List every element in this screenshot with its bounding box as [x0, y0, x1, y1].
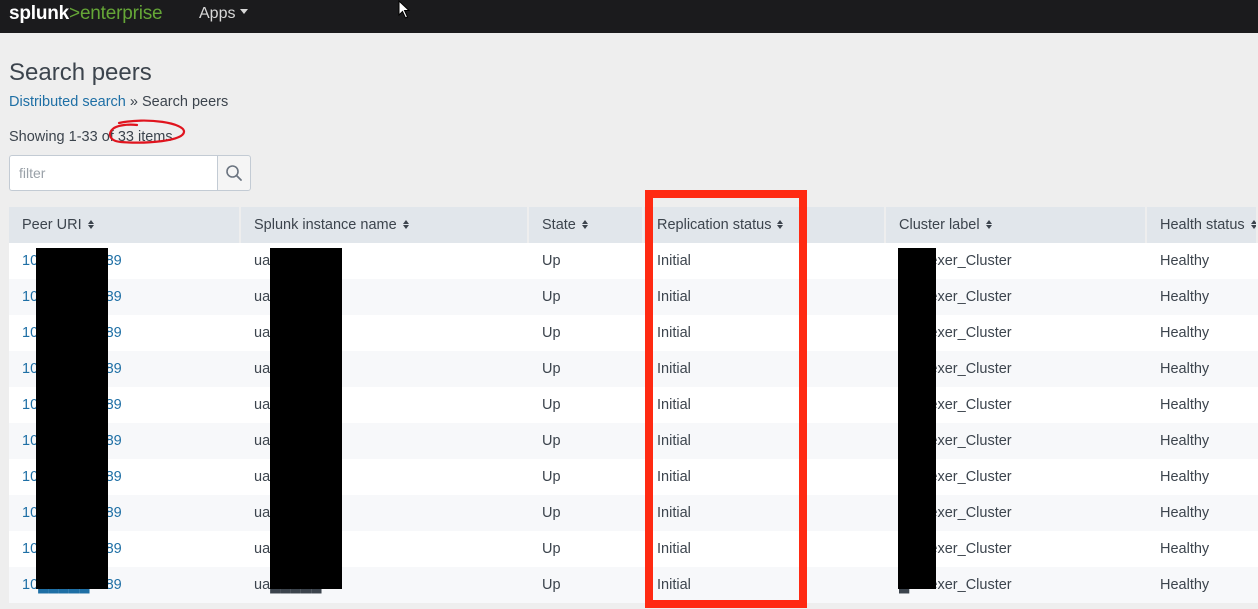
logo-splunk: splunk: [9, 3, 70, 24]
health-status-cell: Healthy: [1160, 253, 1210, 269]
table-row: 10█████8089ua█████UpInitial█Indexer_Clus…: [9, 279, 1258, 315]
page-title: Search peers: [9, 59, 152, 86]
table-header-row: Peer URI Splunk instance name State Replica…: [9, 207, 1258, 243]
sort-icon: [985, 219, 992, 229]
health-status-cell: Healthy: [1160, 433, 1210, 449]
health-status-cell: Healthy: [1160, 469, 1210, 485]
breadcrumb-current: Search peers: [141, 94, 229, 110]
filter-group: [9, 155, 251, 191]
state-cell: Up: [542, 325, 561, 341]
filter-search-button[interactable]: [217, 155, 251, 191]
column-header-splunk-instance-name[interactable]: Splunk instance name: [241, 207, 529, 243]
sort-icon: [402, 219, 409, 229]
sort-icon: [1250, 219, 1256, 229]
hand-drawn-circle-annotation: [108, 119, 186, 144]
state-cell: Up: [542, 361, 561, 377]
state-cell: Up: [542, 433, 561, 449]
column-header-label: Cluster label: [899, 217, 980, 233]
state-cell: Up: [542, 577, 561, 593]
replication-status-highlight-box: [645, 190, 807, 608]
column-header-label: Splunk instance name: [254, 217, 397, 233]
state-cell: Up: [542, 397, 561, 413]
state-cell: Up: [542, 253, 561, 269]
breadcrumb: Distributed search » Search peers: [9, 93, 228, 111]
search-icon: [226, 165, 242, 181]
table-row: 10█████8089ua█████UpInitial█Indexer_Clus…: [9, 459, 1258, 495]
column-header-health-status[interactable]: Health status: [1147, 207, 1258, 243]
state-cell: Up: [542, 505, 561, 521]
table-row: 10█████8089ua█████UpInitial█Indexer_Clus…: [9, 567, 1258, 603]
column-header-label: State: [542, 217, 576, 233]
filter-input[interactable]: [9, 155, 217, 191]
state-cell: Up: [542, 469, 561, 485]
table-body: 10█████8089ua█████UpInitial█Indexer_Clus…: [9, 243, 1258, 603]
logo-enterprise: enterprise: [79, 3, 163, 24]
sort-icon: [87, 219, 94, 229]
top-nav-bar: splunk>enterprise Apps: [0, 0, 1258, 33]
state-cell: Up: [542, 289, 561, 305]
redaction-block-cluster-label: [898, 248, 936, 589]
column-header-label: Peer URI: [22, 217, 82, 233]
table-row: 10█████8089ua█████UpInitial█Indexer_Clus…: [9, 243, 1258, 279]
column-header-label: Health status: [1160, 217, 1245, 233]
search-peers-table: Peer URI Splunk instance name State Replica…: [9, 207, 1258, 603]
redaction-block-instance-name: [270, 248, 342, 589]
breadcrumb-distributed-search-link[interactable]: Distributed search: [9, 94, 126, 110]
health-status-cell: Healthy: [1160, 397, 1210, 413]
redaction-block-peer-uri: [36, 248, 108, 589]
caret-down-icon: [240, 9, 249, 15]
health-status-cell: Healthy: [1160, 541, 1210, 557]
apps-menu[interactable]: Apps: [199, 4, 249, 24]
splunk-enterprise-logo[interactable]: splunk>enterprise: [9, 2, 163, 26]
table-row: 10█████8089ua█████UpInitial█Indexer_Clus…: [9, 351, 1258, 387]
column-header-cluster-label[interactable]: Cluster label: [886, 207, 1147, 243]
mouse-pointer-icon: [398, 0, 411, 19]
table-row: 10█████8089ua█████UpInitial█Indexer_Clus…: [9, 423, 1258, 459]
apps-menu-label: Apps: [199, 5, 236, 22]
table-row: 10█████8089ua█████UpInitial█Indexer_Clus…: [9, 531, 1258, 567]
health-status-cell: Healthy: [1160, 361, 1210, 377]
column-header-peer-uri[interactable]: Peer URI: [9, 207, 241, 243]
table-row: 10█████8089ua█████UpInitial█Indexer_Clus…: [9, 387, 1258, 423]
column-header-state[interactable]: State: [529, 207, 644, 243]
sort-icon: [581, 219, 588, 229]
health-status-cell: Healthy: [1160, 577, 1210, 593]
state-cell: Up: [542, 541, 561, 557]
table-row: 10█████8089ua█████UpInitial█Indexer_Clus…: [9, 495, 1258, 531]
health-status-cell: Healthy: [1160, 289, 1210, 305]
health-status-cell: Healthy: [1160, 325, 1210, 341]
breadcrumb-separator: »: [125, 94, 142, 110]
table-row: 10█████8089ua█████UpInitial█Indexer_Clus…: [9, 315, 1258, 351]
health-status-cell: Healthy: [1160, 505, 1210, 521]
logo-chevron: >: [69, 3, 80, 24]
